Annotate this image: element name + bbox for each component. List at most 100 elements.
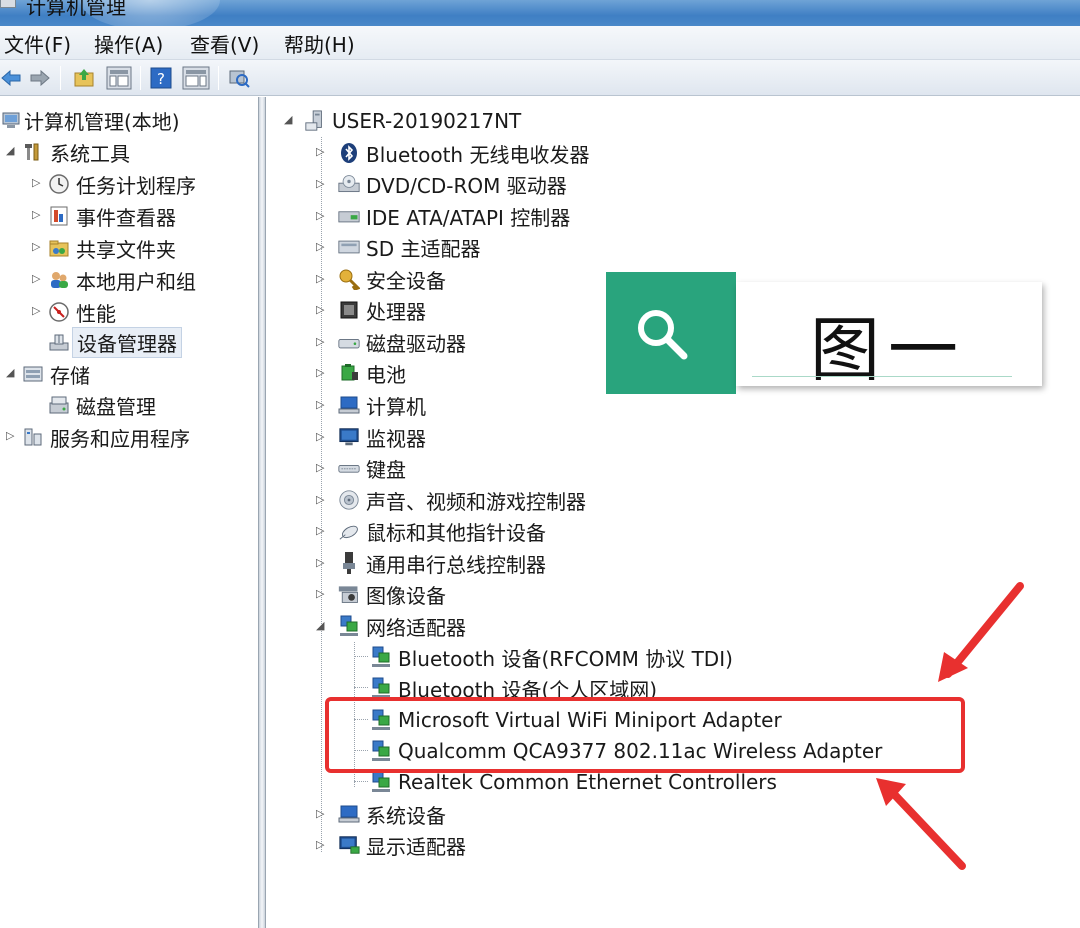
device-category[interactable]: 计算机 <box>338 390 426 420</box>
device-category[interactable]: 电池 <box>338 358 406 388</box>
monitor-icon <box>338 426 360 448</box>
expand-icon[interactable]: ▷ <box>316 462 326 474</box>
forward-arrow-icon <box>30 70 50 86</box>
tree-disk-management[interactable]: 磁盘管理 <box>48 390 156 420</box>
network-adapter-item[interactable]: Bluetooth 设备(RFCOMM 协议 TDI) <box>370 642 733 672</box>
expand-icon[interactable]: ▷ <box>316 839 326 851</box>
tree-label: 安全设备 <box>366 268 446 293</box>
tree-local-users[interactable]: 本地用户和组 <box>48 265 196 295</box>
back-arrow-icon <box>1 70 21 86</box>
device-category[interactable]: 通用串行总线控制器 <box>338 548 546 578</box>
collapse-icon[interactable]: ◢ <box>284 114 294 126</box>
expand-icon[interactable]: ▷ <box>316 273 326 285</box>
expand-icon[interactable]: ▷ <box>32 305 42 317</box>
expand-icon[interactable]: ▷ <box>316 557 326 569</box>
performance-icon <box>48 301 70 323</box>
menu-action[interactable]: 操作(A) <box>94 29 163 58</box>
expand-icon[interactable]: ▷ <box>316 367 326 379</box>
console-tree-icon <box>106 66 132 90</box>
expand-icon[interactable]: ▷ <box>316 399 326 411</box>
collapse-icon[interactable]: ◢ <box>6 145 16 157</box>
tree-system-tools[interactable]: 系统工具 <box>22 137 130 167</box>
show-hide-tree-button[interactable] <box>104 65 134 91</box>
mouse-icon <box>338 520 360 542</box>
security-device-icon <box>338 268 360 290</box>
device-manager-icon <box>48 331 70 353</box>
device-tree-root[interactable]: USER-20190217NT <box>304 106 521 136</box>
expand-icon[interactable]: ▷ <box>316 241 326 253</box>
device-category[interactable]: IDE ATA/ATAPI 控制器 <box>338 201 570 231</box>
tools-icon <box>22 141 44 163</box>
network-adapter-icon <box>370 646 392 668</box>
device-category[interactable]: 显示适配器 <box>338 830 466 860</box>
sound-icon <box>338 489 360 511</box>
tree-performance[interactable]: 性能 <box>48 297 116 327</box>
expand-icon[interactable]: ▷ <box>316 808 326 820</box>
expand-icon[interactable]: ▷ <box>316 304 326 316</box>
menu-view[interactable]: 查看(V) <box>190 29 259 58</box>
expand-icon[interactable]: ▷ <box>316 210 326 222</box>
tree-label: 系统工具 <box>50 141 130 166</box>
expand-icon[interactable]: ▷ <box>316 146 326 158</box>
folder-up-icon <box>74 69 94 87</box>
expand-icon[interactable]: ▷ <box>32 241 42 253</box>
expand-icon[interactable]: ▷ <box>32 209 42 221</box>
menu-file[interactable]: 文件(F) <box>4 29 71 58</box>
device-category[interactable]: Bluetooth 无线电收发器 <box>338 138 589 168</box>
tree-shared-folders[interactable]: 共享文件夹 <box>48 233 176 263</box>
expand-icon[interactable]: ▷ <box>32 273 42 285</box>
device-category[interactable]: SD 主适配器 <box>338 232 480 262</box>
device-category[interactable]: 鼠标和其他指针设备 <box>338 516 546 546</box>
expand-icon[interactable]: ▷ <box>316 336 326 348</box>
toolbar-separator <box>60 66 61 90</box>
tree-services-apps[interactable]: 服务和应用程序 <box>22 422 190 452</box>
device-category[interactable]: 磁盘驱动器 <box>338 327 466 357</box>
tree-label: 本地用户和组 <box>76 269 196 294</box>
collapse-icon[interactable]: ◢ <box>6 367 16 379</box>
tree-label: 磁盘管理 <box>76 394 156 419</box>
expand-icon[interactable]: ▷ <box>316 431 326 443</box>
device-category[interactable]: 安全设备 <box>338 264 446 294</box>
collapse-icon[interactable]: ◢ <box>316 620 326 632</box>
device-category[interactable]: 声音、视频和游戏控制器 <box>338 485 586 515</box>
tree-task-scheduler[interactable]: 任务计划程序 <box>48 169 196 199</box>
figure-label: 图一 <box>810 309 966 391</box>
search-overlay: 图一 <box>606 272 1042 394</box>
action-pane-button[interactable] <box>180 65 212 91</box>
help-button[interactable]: ? <box>148 65 174 91</box>
expand-icon[interactable]: ▷ <box>316 494 326 506</box>
device-category[interactable]: DVD/CD-ROM 驱动器 <box>338 169 567 199</box>
expand-icon[interactable]: ▷ <box>316 178 326 190</box>
computer-icon <box>338 394 360 416</box>
svg-text:?: ? <box>157 70 165 88</box>
expand-icon[interactable]: ▷ <box>32 177 42 189</box>
computer-name: USER-20190217NT <box>332 109 522 133</box>
clock-icon <box>48 173 70 195</box>
tree-label: IDE ATA/ATAPI 控制器 <box>366 205 571 230</box>
tree-label: 键盘 <box>366 457 406 482</box>
device-category[interactable]: 监视器 <box>338 422 426 452</box>
scan-hardware-button[interactable] <box>226 65 252 91</box>
tree-label: 系统设备 <box>366 803 446 828</box>
device-category[interactable]: 处理器 <box>338 295 426 325</box>
back-button[interactable] <box>0 65 22 91</box>
toolbar: ? <box>0 60 1080 96</box>
forward-button[interactable] <box>28 65 52 91</box>
expand-icon[interactable]: ▷ <box>6 430 16 442</box>
tree-device-manager[interactable]: 设备管理器 <box>48 326 182 358</box>
expand-icon[interactable]: ▷ <box>316 588 326 600</box>
device-category[interactable]: 键盘 <box>338 453 406 483</box>
tree-computer-management[interactable]: 计算机管理(本地) <box>0 105 180 135</box>
tree-storage[interactable]: 存储 <box>22 359 90 389</box>
search-underline <box>752 376 1012 377</box>
tree-event-viewer[interactable]: 事件查看器 <box>48 201 176 231</box>
menu-help[interactable]: 帮助(H) <box>284 29 355 58</box>
pane-splitter[interactable] <box>258 97 266 928</box>
device-category-network[interactable]: 网络适配器 <box>338 611 466 641</box>
device-category[interactable]: 系统设备 <box>338 799 446 829</box>
up-level-button[interactable] <box>70 65 98 91</box>
device-category[interactable]: 图像设备 <box>338 579 446 609</box>
expand-icon[interactable]: ▷ <box>316 525 326 537</box>
scan-hardware-icon <box>229 70 250 88</box>
tree-label: 监视器 <box>366 426 426 451</box>
